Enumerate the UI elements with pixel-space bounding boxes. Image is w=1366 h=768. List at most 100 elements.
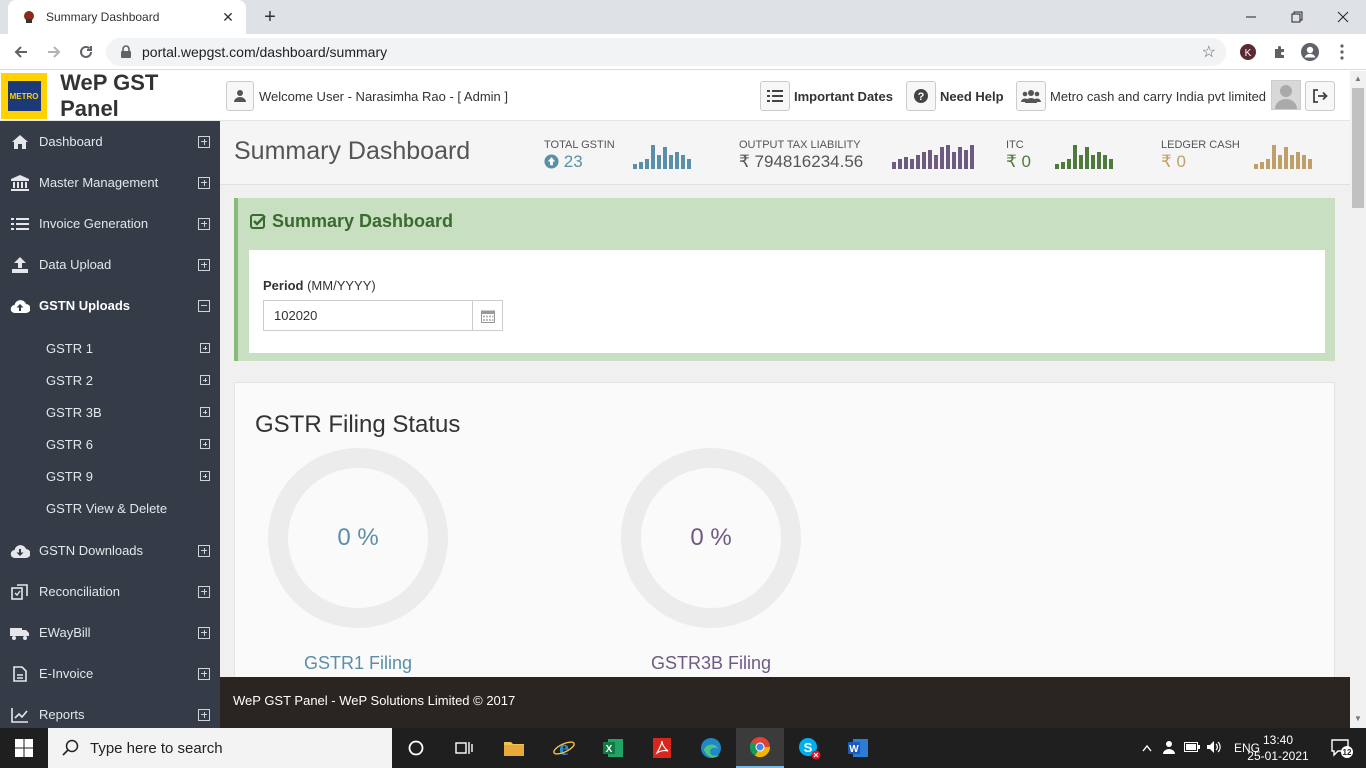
internet-explorer-button[interactable]: e: [540, 728, 588, 768]
forward-button[interactable]: [42, 40, 66, 64]
close-window-button[interactable]: [1320, 0, 1366, 34]
calendar-button[interactable]: [472, 301, 502, 330]
extensions-puzzle-icon[interactable]: [1270, 42, 1290, 62]
logout-button[interactable]: [1305, 81, 1335, 111]
expand-icon[interactable]: [198, 626, 210, 639]
expand-icon[interactable]: [198, 585, 210, 598]
menu-kebab-icon[interactable]: [1332, 42, 1352, 62]
system-tray: ENG: [1140, 728, 1260, 768]
edge-icon: [701, 738, 721, 758]
expand-icon[interactable]: [198, 217, 210, 230]
address-bar[interactable]: portal.wepgst.com/dashboard/summary ☆: [106, 38, 1226, 66]
restore-button[interactable]: [1274, 0, 1320, 34]
sparkline-bar: [681, 155, 685, 169]
user-icon: [234, 90, 246, 102]
sidebar-item-reconciliation[interactable]: Reconciliation: [0, 571, 220, 612]
sidebar-subitem-gstr2[interactable]: GSTR 2: [0, 364, 220, 396]
page-scrollbar[interactable]: ▲ ▼: [1350, 71, 1366, 728]
new-tab-button[interactable]: +: [258, 5, 282, 29]
expand-icon[interactable]: [198, 708, 210, 721]
start-button[interactable]: [0, 728, 48, 768]
edge-button[interactable]: [687, 728, 735, 768]
task-view-button[interactable]: [440, 728, 488, 768]
scroll-down-icon[interactable]: ▼: [1354, 714, 1362, 723]
sidebar-item-ewaybill[interactable]: EWayBill: [0, 612, 220, 653]
tab-close-icon[interactable]: ✕: [220, 9, 236, 25]
account-icon[interactable]: [1300, 42, 1320, 62]
sidebar-subitem-label: GSTR 2: [46, 372, 93, 388]
taskbar-search[interactable]: Type here to search: [48, 728, 392, 768]
skype-button[interactable]: S: [785, 728, 833, 768]
important-dates-label[interactable]: Important Dates: [794, 89, 893, 104]
sidebar-subitem-gstr6[interactable]: GSTR 6: [0, 428, 220, 460]
page-title: Summary Dashboard: [234, 137, 471, 165]
excel-button[interactable]: X: [589, 728, 637, 768]
sidebar-item-master-management[interactable]: Master Management: [0, 162, 220, 203]
stat-value-row: 23: [544, 152, 615, 172]
period-input[interactable]: [264, 301, 473, 330]
filing-status-title: GSTR Filing Status: [255, 411, 461, 438]
show-hidden-icons-icon[interactable]: [1140, 741, 1154, 755]
expand-icon[interactable]: [200, 471, 210, 481]
summary-panel-title: Summary Dashboard: [250, 211, 453, 232]
sidebar-item-dashboard[interactable]: Dashboard: [0, 121, 220, 162]
stat-output-tax-liability: OUTPUT TAX LIABILITY ₹ 794816234.56: [739, 139, 863, 172]
expand-icon[interactable]: [198, 667, 210, 680]
expand-icon[interactable]: [198, 544, 210, 557]
bookmark-star-icon[interactable]: ☆: [1202, 42, 1216, 62]
important-dates-button[interactable]: [760, 81, 790, 111]
file-explorer-button[interactable]: [490, 728, 538, 768]
check-square-icon: [250, 214, 266, 229]
sidebar-item-gstn-downloads[interactable]: GSTN Downloads: [0, 530, 220, 571]
scrollbar-thumb[interactable]: [1352, 88, 1364, 208]
acrobat-button[interactable]: [638, 728, 686, 768]
gstr3b-filing-ring: 0 %: [621, 448, 801, 628]
sidebar-item-data-upload[interactable]: Data Upload: [0, 244, 220, 285]
taskbar-clock[interactable]: 13:40 25-01-2021: [1246, 732, 1310, 764]
sidebar-subitem-gstr1[interactable]: GSTR 1: [0, 332, 220, 364]
people-icon[interactable]: [1162, 740, 1184, 757]
word-button[interactable]: W: [834, 728, 882, 768]
chrome-button[interactable]: [736, 728, 784, 768]
gstr1-filing-label[interactable]: GSTR1 Filing: [248, 653, 468, 674]
action-center-button[interactable]: 12: [1318, 728, 1366, 768]
profile-k-icon[interactable]: K: [1238, 42, 1258, 62]
expand-icon[interactable]: [200, 439, 210, 449]
sidebar-subitem-gstr3b[interactable]: GSTR 3B: [0, 396, 220, 428]
collapse-icon[interactable]: [198, 299, 210, 312]
company-button[interactable]: [1016, 81, 1046, 111]
gstr3b-filing-label[interactable]: GSTR3B Filing: [601, 653, 821, 674]
back-button[interactable]: [9, 40, 33, 64]
reload-button[interactable]: [74, 40, 98, 64]
cortana-button[interactable]: [392, 728, 440, 768]
expand-icon[interactable]: [200, 375, 210, 385]
user-button[interactable]: [226, 81, 254, 111]
sparkline-bar: [675, 152, 679, 169]
sidebar-subitem-gstr-view-delete[interactable]: GSTR View & Delete: [0, 492, 220, 524]
sidebar-subitem-gstr9[interactable]: GSTR 9: [0, 460, 220, 492]
chart-icon: [10, 707, 30, 723]
expand-icon[interactable]: [198, 176, 210, 189]
avatar[interactable]: [1271, 80, 1301, 110]
sidebar-item-gstn-uploads[interactable]: GSTN Uploads: [0, 285, 220, 326]
expand-icon[interactable]: [200, 407, 210, 417]
footer-text: WeP GST Panel - WeP Solutions Limited © …: [233, 693, 516, 708]
calendar-icon: [480, 310, 495, 323]
volume-icon[interactable]: [1206, 740, 1228, 757]
scroll-up-icon[interactable]: ▲: [1354, 74, 1362, 83]
expand-icon[interactable]: [200, 343, 210, 353]
period-label-text: Period: [263, 278, 304, 293]
need-help-label[interactable]: Need Help: [940, 89, 1004, 104]
need-help-button[interactable]: ?: [906, 81, 936, 111]
sidebar-item-reports[interactable]: Reports: [0, 694, 220, 728]
sparkline-bar: [1284, 147, 1288, 169]
browser-tab[interactable]: Summary Dashboard ✕: [8, 0, 246, 34]
expand-icon[interactable]: [198, 135, 210, 148]
sidebar-subitem-label: GSTR View & Delete: [46, 500, 168, 516]
expand-icon[interactable]: [198, 258, 210, 271]
sidebar-item-invoice-generation[interactable]: Invoice Generation: [0, 203, 220, 244]
brand[interactable]: METRO WeP GST Panel: [0, 70, 220, 121]
minimize-button[interactable]: [1228, 0, 1274, 34]
battery-icon[interactable]: [1184, 741, 1206, 755]
sidebar-item-e-invoice[interactable]: E-Invoice: [0, 653, 220, 694]
